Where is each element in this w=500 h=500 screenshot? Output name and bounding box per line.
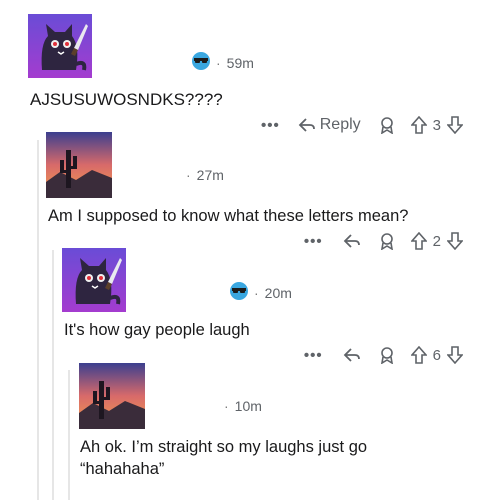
reply-button[interactable] [343, 233, 361, 249]
more-button[interactable]: ••• [304, 233, 323, 250]
downvote-button[interactable] [447, 346, 463, 364]
vote-count: 6 [432, 346, 441, 364]
comment-3-actions: ••• 6 [292, 346, 463, 364]
avatar-desert-sunset[interactable] [46, 132, 112, 198]
thread-line-3[interactable] [68, 370, 70, 500]
comment-2-time: 27m [196, 167, 224, 183]
avatar-cat-knife[interactable] [28, 14, 92, 78]
upvote-button[interactable] [410, 232, 427, 250]
reply-button[interactable]: Reply [298, 116, 361, 134]
more-button[interactable]: ••• [261, 117, 280, 134]
meta-dot: · [186, 167, 191, 183]
comment-3-time: 20m [264, 284, 292, 301]
vote-count: 3 [432, 116, 441, 134]
downvote-button[interactable] [447, 116, 463, 134]
meta-dot: · [254, 284, 259, 301]
vote-count: 2 [432, 232, 441, 250]
downvote-icon [447, 232, 463, 250]
upvote-icon [410, 232, 427, 250]
award-button[interactable] [379, 346, 395, 364]
reply-label: Reply [319, 116, 361, 133]
comment-4-text-line-2: “hahahaha” [80, 460, 165, 478]
upvote-button[interactable] [410, 116, 427, 134]
comment-1-text: AJSUSUWOSNDKS???? [30, 90, 223, 109]
comment-4-text: Ah ok. I’m straight so my laughs just go [80, 438, 368, 456]
comment-4-meta: · 10m [224, 398, 262, 414]
comment-1-time: 59m [226, 54, 254, 71]
thread-line-1[interactable] [37, 140, 39, 500]
award-button[interactable] [379, 232, 395, 250]
avatar-cat-knife[interactable] [62, 248, 126, 312]
comment-2-meta: · 27m [186, 167, 224, 183]
downvote-icon [447, 346, 463, 364]
reply-button[interactable] [343, 347, 361, 363]
upvote-button[interactable] [410, 346, 427, 364]
reply-arrow-icon [343, 347, 361, 363]
thread-line-2[interactable] [52, 250, 54, 500]
sunglasses-badge-icon [192, 52, 210, 73]
reply-arrow-icon [343, 233, 361, 249]
award-icon [379, 232, 395, 250]
upvote-icon [410, 116, 427, 134]
comment-1-meta: · 59m [192, 52, 254, 73]
award-icon [379, 346, 395, 364]
sunglasses-badge-icon [230, 282, 248, 303]
meta-dot: · [224, 398, 229, 414]
upvote-icon [410, 346, 427, 364]
comment-3-meta: · 20m [230, 282, 292, 303]
comment-2-text: Am I supposed to know what these letters… [48, 207, 409, 225]
more-button[interactable]: ••• [304, 347, 323, 364]
comment-4-time: 10m [234, 398, 262, 414]
award-icon [379, 116, 395, 134]
comment-2-actions: ••• 2 [292, 232, 463, 250]
avatar-desert-sunset[interactable] [79, 363, 145, 429]
downvote-icon [447, 116, 463, 134]
comment-1-actions: ••• Reply 3 [249, 116, 463, 134]
comment-3-text: It's how gay people laugh [64, 321, 250, 339]
reply-arrow-icon [298, 117, 316, 133]
meta-dot: · [216, 54, 221, 71]
downvote-button[interactable] [447, 232, 463, 250]
award-button[interactable] [379, 116, 395, 134]
